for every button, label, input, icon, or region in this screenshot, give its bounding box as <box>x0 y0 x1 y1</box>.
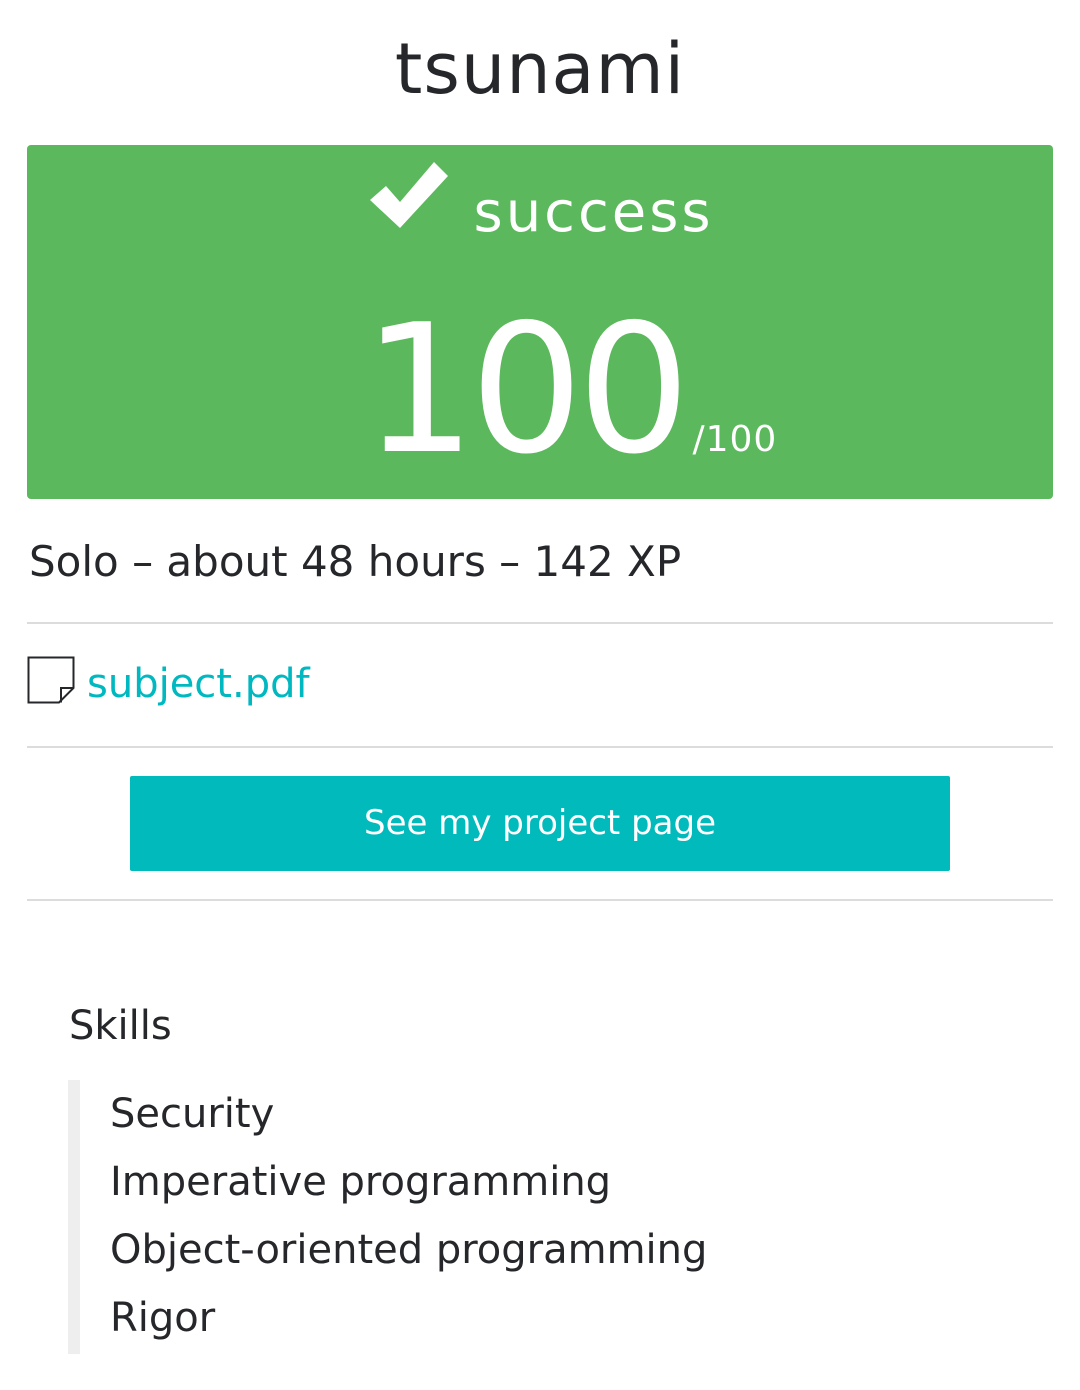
status-label: success <box>473 180 714 245</box>
skill-item: Rigor <box>110 1295 216 1341</box>
divider <box>27 899 1053 901</box>
skill-item: Security <box>110 1091 275 1137</box>
file-icon <box>27 656 75 704</box>
divider <box>27 746 1053 748</box>
grade-value: 100 <box>362 286 691 493</box>
divider <box>27 622 1053 624</box>
skills-heading: Skills <box>69 1003 172 1049</box>
skill-item: Imperative programming <box>110 1159 612 1205</box>
skills-list: Security Imperative programming Object-o… <box>68 1080 780 1354</box>
see-project-page-button[interactable]: See my project page <box>130 776 950 871</box>
project-meta: Solo – about 48 hours – 142 XP <box>29 537 682 586</box>
project-title: tsunami <box>394 28 686 110</box>
status-row: success <box>27 162 1053 267</box>
skill-item: Object-oriented programming <box>110 1227 708 1273</box>
subject-link[interactable]: subject.pdf <box>87 654 310 714</box>
grade-display: 100/100 <box>27 295 1053 485</box>
result-card: success 100/100 <box>27 145 1053 499</box>
grade-max: /100 <box>692 419 778 460</box>
project-detail-page: tsunami success 100/100 Solo – about 48 … <box>0 0 1080 1390</box>
check-icon <box>366 158 450 232</box>
